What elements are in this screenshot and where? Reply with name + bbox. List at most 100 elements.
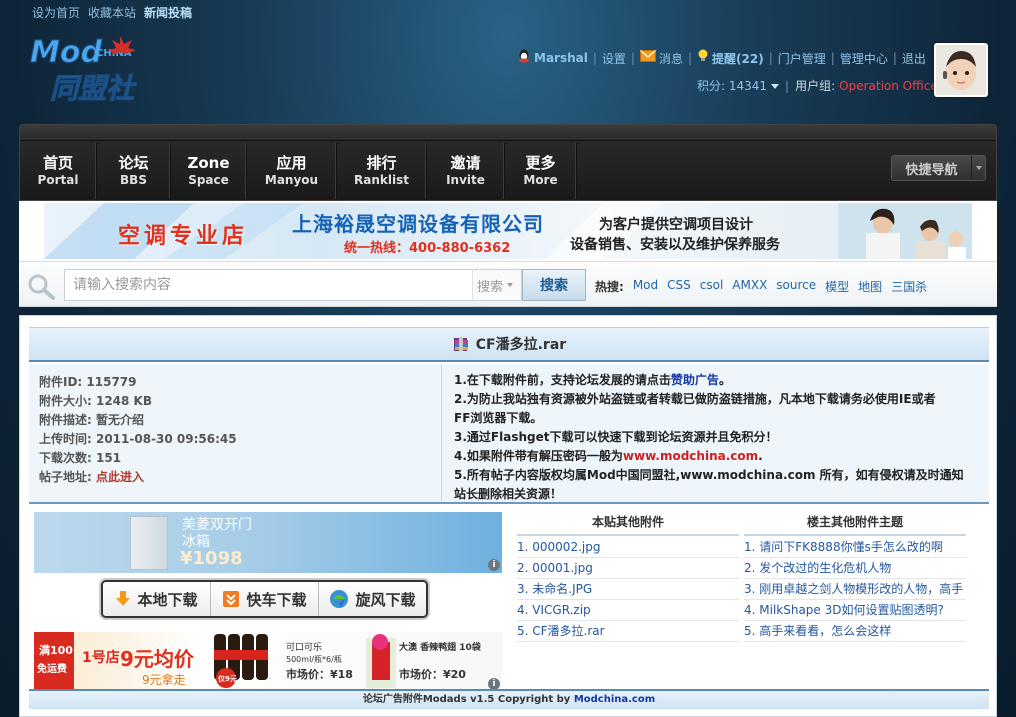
yhd-ad[interactable]: 满100 免运费 1号店 9元均价 9元拿走 仅9元 可口可乐 500ml/瓶*… (34, 632, 502, 692)
main-nav: 首页 Portal 论坛 BBS Zone Space 应用 Manyou 排行 Rank… (19, 124, 997, 201)
nav-ranklist[interactable]: 排行 Ranklist (337, 143, 427, 199)
list-item[interactable]: 1. 请问下FK8888你懂s手怎么改的啊 (744, 537, 966, 558)
list-item[interactable]: 2. 发个改过的生化危机人物 (744, 558, 966, 579)
user-bar: Marshal | 设置 | 消息 | 提醒(22) | 门户管理 | 管理中心… (517, 49, 926, 67)
banner-ad[interactable]: 空调专业店 上海裕晟空调设备有限公司 统一热线：400-880-6362 为客户… (44, 203, 972, 259)
svg-text:市场价：¥18: 市场价：¥18 (286, 667, 353, 681)
nav-portal[interactable]: 首页 Portal (20, 143, 97, 199)
hot-search-item[interactable]: CSS (667, 278, 691, 295)
chevron-down-icon (771, 84, 780, 89)
whirlwind-icon (330, 590, 349, 608)
portal-admin-link[interactable]: 门户管理 (778, 50, 826, 67)
download-buttons: 本地下载 快车下载 旋风下载 (101, 580, 428, 618)
svg-text:9元拿走: 9元拿走 (142, 672, 186, 687)
hot-search-item[interactable]: csol (700, 278, 724, 295)
user-bar-secondary: 积分: 14341 | 用户组: Operation Officer (697, 77, 943, 94)
list-item[interactable]: 3. 刚用卓越之剑人物模形改的人物，高手 (744, 579, 966, 600)
points-dropdown[interactable]: 积分: 14341 (697, 77, 780, 94)
top-links: 设为首页 收藏本站 新闻投稿 (32, 4, 192, 21)
other-topics-header: 楼主其他附件主题 (744, 512, 966, 536)
flashget-icon (223, 591, 240, 607)
banner-right-line1: 为客户提供空调项目设计 (599, 217, 753, 233)
hot-searches: 热搜: Mod CSS csol AMXX source 模型 地图 三国杀 (595, 278, 927, 295)
note-2: 2.为防止我站独有资源被外站盗链或者转载已做防盗链措施，凡本地下载请务必使用IE… (454, 392, 936, 406)
nav-items: 首页 Portal 论坛 BBS Zone Space 应用 Manyou 排行 Rank… (20, 143, 577, 199)
hot-search-item[interactable]: AMXX (732, 278, 767, 295)
list-item[interactable]: 4. MilkShape 3D如何设置贴图透明? (744, 600, 966, 621)
download-notes: 1.在下载附件前，支持论坛发展的请点击赞助广告。 2.为防止我站独有资源被外站盗… (442, 364, 989, 502)
list-item[interactable]: 2. 00001.jpg (517, 558, 739, 579)
info-row-downloads: 下载次数: 151 (39, 451, 122, 465)
note-1: 1.在下载附件前，支持论坛发展的请点击赞助广告。 (454, 373, 731, 387)
svg-text:Mod: Mod (30, 35, 102, 70)
sponsor-ad-link[interactable]: 赞助广告 (671, 373, 719, 387)
set-homepage-link[interactable]: 设为首页 (32, 4, 80, 21)
info-row-time: 上传时间: 2011-08-30 09:56:45 (39, 432, 237, 446)
nav-invite[interactable]: 邀请 Invite (427, 143, 505, 199)
fridge-image (130, 516, 168, 570)
admin-center-link[interactable]: 管理中心 (840, 50, 888, 67)
banner-company: 上海裕晟空调设备有限公司 (292, 212, 544, 236)
section-divider (29, 502, 989, 504)
password-text: www.modchina.com (622, 449, 759, 463)
attachment-panel: CF潘多拉.rar 附件ID: 115779 附件大小: 1248 KB 附件描… (19, 315, 997, 717)
attachment-inner: CF潘多拉.rar 附件ID: 115779 附件大小: 1248 KB 附件描… (29, 327, 989, 709)
search-input[interactable]: 请输入搜索内容 (64, 269, 473, 301)
svg-text:大澳 香辣鸭翅 10袋: 大澳 香辣鸭翅 10袋 (399, 641, 482, 653)
svg-text:9元均价: 9元均价 (120, 647, 195, 671)
settings-link[interactable]: 设置 (602, 50, 626, 67)
nav-zone[interactable]: Zone Space (171, 143, 247, 199)
messages-link[interactable]: 消息 (639, 50, 683, 67)
hot-search-item[interactable]: 三国杀 (891, 278, 927, 295)
svg-text:500ml/瓶*6/瓶: 500ml/瓶*6/瓶 (286, 654, 342, 664)
banner-hotline: 统一热线：400-880-6362 (344, 241, 511, 256)
nav-bbs[interactable]: 论坛 BBS (97, 143, 171, 199)
search-bar: 请输入搜索内容 搜索 搜索 热搜: Mod CSS csol AMXX sour… (19, 261, 997, 307)
modchina-link[interactable]: Modchina.com (574, 694, 655, 705)
chevron-down-icon (507, 283, 514, 287)
hot-search-item[interactable]: 地图 (858, 278, 882, 295)
username-link[interactable]: Marshal (517, 49, 588, 67)
attachment-title-bar: CF潘多拉.rar (29, 327, 989, 362)
hot-search-item[interactable]: 模型 (825, 278, 849, 295)
list-item[interactable]: 1. 000002.jpg (517, 537, 739, 558)
news-submit-link[interactable]: 新闻投稿 (144, 4, 192, 21)
reminders-link[interactable]: 提醒(22) (697, 49, 764, 67)
nav-apps[interactable]: 应用 Manyou (247, 143, 337, 199)
logout-link[interactable]: 退出 (902, 50, 926, 67)
hot-search-item[interactable]: Mod (633, 278, 658, 295)
post-link[interactable]: 点此进入 (96, 470, 144, 484)
mail-icon (639, 50, 656, 66)
banner-people-image (838, 203, 972, 259)
nav-more[interactable]: 更多 More (505, 143, 577, 199)
svg-text:1号店: 1号店 (82, 649, 120, 666)
ad-info-icon[interactable]: i (488, 559, 500, 571)
file-rar-icon (453, 337, 468, 351)
nav-topline (20, 125, 996, 141)
search-button[interactable]: 搜索 (522, 269, 586, 301)
whirlwind-download-button[interactable]: 旋风下载 (319, 582, 426, 616)
attachment-info: 附件ID: 115779 附件大小: 1248 KB 附件描述: 暂无介绍 上传… (29, 364, 441, 502)
site-logo[interactable]: Mod CHINA 同盟社 (28, 32, 153, 106)
local-download-button[interactable]: 本地下载 (103, 582, 211, 616)
quick-nav-button[interactable]: 快捷导航 (891, 155, 986, 181)
svg-text:仅9元: 仅9元 (217, 674, 237, 683)
info-row-size: 附件大小: 1248 KB (39, 394, 153, 408)
svg-text:同盟社: 同盟社 (50, 72, 137, 105)
svg-text:市场价：¥20: 市场价：¥20 (399, 667, 466, 681)
banner-area: 空调专业店 上海裕晟空调设备有限公司 统一热线：400-880-6362 为客户… (19, 201, 997, 261)
list-item[interactable]: 4. VICGR.zip (517, 600, 739, 621)
avatar[interactable] (934, 43, 988, 97)
note-3: 3.通过Flashget下载可以快速下载到论坛资源并且免积分！ (454, 430, 778, 444)
bookmark-link[interactable]: 收藏本站 (88, 4, 136, 21)
search-type-select[interactable]: 搜索 (472, 269, 522, 301)
list-item[interactable]: 3. 未命名.JPG (517, 579, 739, 600)
list-item[interactable]: 5. CF潘多拉.rar (517, 621, 739, 642)
user-group-value: Operation Officer (839, 78, 943, 93)
hot-search-item[interactable]: source (776, 278, 816, 295)
info-row-post-link: 帖子地址: 点此进入 (39, 470, 144, 484)
flashget-download-button[interactable]: 快车下载 (211, 582, 319, 616)
list-item[interactable]: 5. 高手来看看，怎么会这样 (744, 621, 966, 642)
fridge-ad[interactable]: 美菱双开门 冰箱 ¥1098 i (34, 512, 502, 573)
info-row-desc: 附件描述: 暂无介绍 (39, 413, 144, 427)
